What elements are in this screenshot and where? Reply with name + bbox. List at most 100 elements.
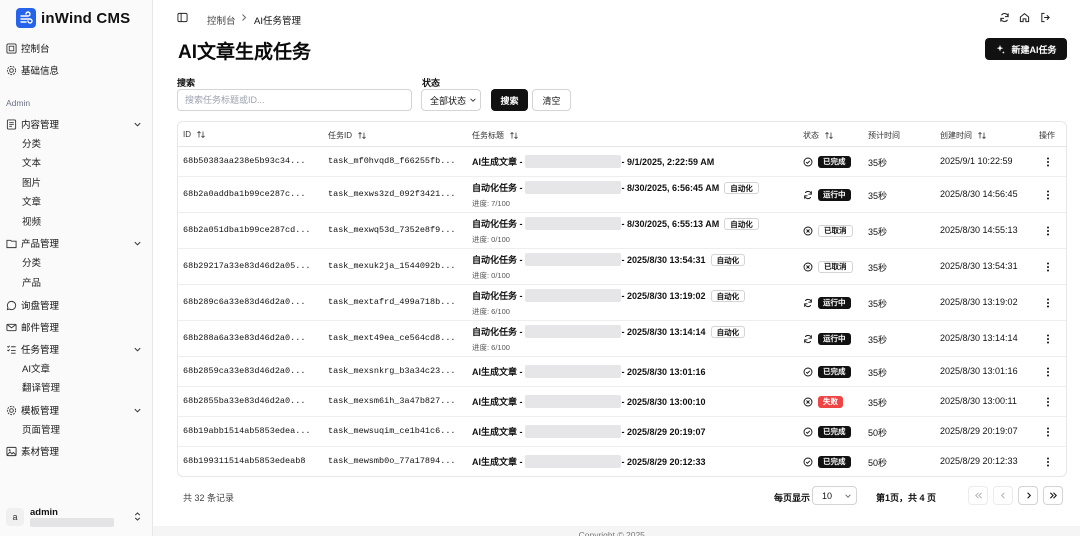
table-row[interactable]: 68b288a6a33e83d46d2a0... task_mext49ea_c… <box>178 321 1066 357</box>
sidebar-group-assets[interactable]: 素材管理 <box>0 444 153 458</box>
table-row[interactable]: 68b289c6a33e83d46d2a0... task_mextafrd_4… <box>178 285 1066 321</box>
sidebar-group-inquiry[interactable]: 询盘管理 <box>0 298 153 312</box>
chevron-up-down-icon <box>134 512 141 521</box>
sidebar-group-content[interactable]: 内容管理 <box>0 117 153 131</box>
cell-id: 68b199311514ab5853edeab8 <box>183 456 306 466</box>
column-header-status[interactable]: 状态 <box>803 130 833 141</box>
more-vertical-icon[interactable] <box>1046 427 1050 437</box>
cell-task-id: task_mexws3zd_092f3421... <box>328 189 456 199</box>
image-icon <box>6 446 17 456</box>
app-logo[interactable]: inWind CMS <box>16 8 130 28</box>
status-select[interactable]: 全部状态 <box>421 89 481 111</box>
sidebar-item-content-image[interactable]: 图片 <box>0 176 153 189</box>
sidebar-group-tasks[interactable]: 任务管理 <box>0 342 153 356</box>
search-input[interactable] <box>177 89 412 111</box>
user-name: admin <box>30 507 58 518</box>
title-suffix: - 8/30/2025, 6:55:13 AM <box>621 218 720 229</box>
table-row[interactable]: 68b2859ca33e83d46d2a0... task_mexsnkrg_b… <box>178 357 1066 387</box>
sidebar-item-dashboard[interactable]: 控制台 <box>0 41 153 55</box>
sidebar-item-basic-info[interactable]: 基础信息 <box>0 63 153 77</box>
first-page-button[interactable] <box>968 486 988 505</box>
table-row[interactable]: 68b2855ba33e83d46d2a0... task_mexsm6ih_3… <box>178 387 1066 417</box>
status-badge: 已完成 <box>818 156 851 168</box>
column-header-task-id[interactable]: 任务ID <box>328 130 366 141</box>
table-row[interactable]: 68b2a051dba1b99ce287cd... task_mexwq53d_… <box>178 213 1066 249</box>
more-vertical-icon[interactable] <box>1046 397 1050 407</box>
clear-button[interactable]: 清空 <box>532 89 571 111</box>
sidebar-item-product-category[interactable]: 分类 <box>0 256 153 269</box>
title-redacted <box>524 365 621 378</box>
sidebar-group-label: 素材管理 <box>21 447 60 458</box>
more-vertical-icon[interactable] <box>1046 157 1050 167</box>
sidebar-item-content-category[interactable]: 分类 <box>0 137 153 150</box>
table-row[interactable]: 68b199311514ab5853edeab8 task_mewsmb0o_7… <box>178 447 1066 476</box>
check-circle-icon <box>803 157 813 167</box>
sidebar-item-ai-article[interactable]: AI文章 <box>0 362 153 375</box>
automation-badge: 自动化 <box>710 325 746 338</box>
title-suffix: - 2025/8/30 13:19:02 <box>621 290 706 301</box>
cell-status: 运行中 <box>803 333 851 345</box>
sidebar-item-content-video[interactable]: 视频 <box>0 215 153 228</box>
cell-eta: 35秒 <box>868 191 888 201</box>
cell-task-id: task_mexuk2ja_1544092b... <box>328 261 456 271</box>
breadcrumb-home[interactable]: 控制台 <box>207 13 236 27</box>
cell-progress: 进度: 0/100 <box>472 271 510 280</box>
sidebar-item-product-list[interactable]: 产品 <box>0 276 153 289</box>
cell-title: 自动化任务 - - 2025/8/30 13:19:02 自动化 <box>472 289 746 302</box>
sidebar-item-content-text[interactable]: 文本 <box>0 156 153 169</box>
per-page-select[interactable]: 10 <box>812 486 857 505</box>
sparkle-icon <box>997 44 1006 54</box>
title-suffix: - 2025/8/30 13:01:16 <box>621 366 706 377</box>
cell-id: 68b19abb1514ab5853edea... <box>183 426 311 436</box>
sidebar-group-template[interactable]: 模板管理 <box>0 403 153 417</box>
chevron-left-icon <box>1000 492 1005 499</box>
prev-page-button[interactable] <box>993 486 1013 505</box>
more-vertical-icon[interactable] <box>1046 226 1050 236</box>
cell-task-id: task_mexsm6ih_3a47b827... <box>328 396 456 406</box>
chevron-right-icon <box>1026 492 1031 499</box>
cell-title: 自动化任务 - - 8/30/2025, 6:55:13 AM 自动化 <box>472 217 759 230</box>
more-vertical-icon[interactable] <box>1046 262 1050 272</box>
more-vertical-icon[interactable] <box>1046 298 1050 308</box>
cell-status: 已完成 <box>803 156 851 168</box>
table-row[interactable]: 68b50383aa238e5b93c34... task_mf0hvqd8_f… <box>178 147 1066 177</box>
column-header-id[interactable]: ID <box>183 130 205 139</box>
last-page-button[interactable] <box>1043 486 1063 505</box>
more-vertical-icon[interactable] <box>1046 367 1050 377</box>
table-row[interactable]: 68b19abb1514ab5853edea... task_mewsuqim_… <box>178 417 1066 447</box>
cell-eta: 35秒 <box>868 398 888 408</box>
sidebar-item-page-management[interactable]: 页面管理 <box>0 423 153 436</box>
cell-created: 2025/9/1 10:22:59 <box>940 156 1013 166</box>
sidebar-group-product[interactable]: 产品管理 <box>0 236 153 250</box>
sidebar-item-translation[interactable]: 翻译管理 <box>0 381 153 394</box>
sidebar-item-label: AI文章 <box>22 364 50 375</box>
sidebar-group-mail[interactable]: 邮件管理 <box>0 320 153 334</box>
column-header-created[interactable]: 创建时间 <box>940 130 986 141</box>
column-header-title[interactable]: 任务标题 <box>472 130 518 141</box>
table-row[interactable]: 68b2a0addba1b99ce287c... task_mexws3zd_0… <box>178 177 1066 213</box>
more-vertical-icon[interactable] <box>1046 457 1050 467</box>
column-header-actions: 操作 <box>1039 130 1055 141</box>
search-label: 搜索 <box>177 78 196 88</box>
x-circle-icon <box>803 226 813 236</box>
user-menu[interactable]: a admin <box>6 505 146 529</box>
cell-eta: 50秒 <box>868 458 888 468</box>
refresh-icon[interactable] <box>999 12 1010 23</box>
sidebar-item-content-article[interactable]: 文章 <box>0 195 153 208</box>
new-ai-task-button[interactable]: 新建AI任务 <box>985 38 1067 60</box>
more-vertical-icon[interactable] <box>1046 190 1050 200</box>
search-button[interactable]: 搜索 <box>491 89 528 111</box>
title-prefix: 自动化任务 - <box>472 255 523 265</box>
logout-icon[interactable] <box>1040 12 1051 23</box>
more-vertical-icon[interactable] <box>1046 334 1050 344</box>
cell-status: 已取消 <box>803 261 853 273</box>
sidebar-toggle-icon[interactable] <box>177 12 188 23</box>
home-icon[interactable] <box>1019 12 1030 23</box>
sidebar-group-label: 邮件管理 <box>21 323 60 334</box>
next-page-button[interactable] <box>1018 486 1038 505</box>
table-row[interactable]: 68b29217a33e83d46d2a05... task_mexuk2ja_… <box>178 249 1066 285</box>
status-badge: 已完成 <box>818 366 851 378</box>
sidebar-item-label: 分类 <box>22 139 42 150</box>
check-circle-icon <box>803 367 813 377</box>
title-suffix: - 2025/8/29 20:19:07 <box>621 426 706 437</box>
